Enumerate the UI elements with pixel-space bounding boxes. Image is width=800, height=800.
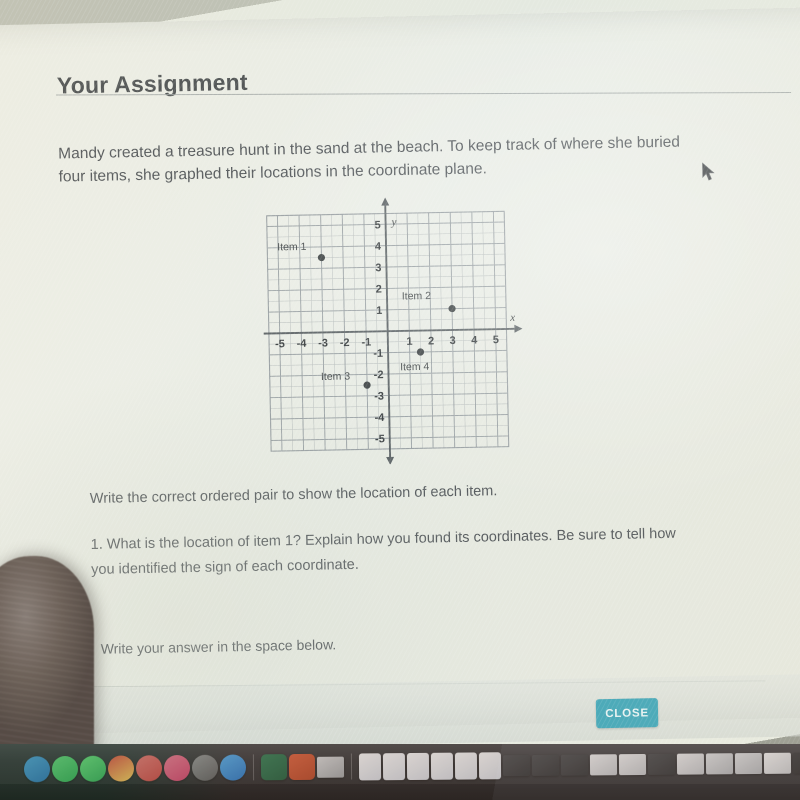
- pdf-doc-icon[interactable]: [406, 752, 430, 780]
- music-icon[interactable]: [163, 754, 191, 782]
- browser-window-icon[interactable]: [676, 752, 705, 775]
- assignment-content: Your Assignment Mandy created a treasure…: [0, 0, 800, 800]
- question-1-text: 1. What is the location of item 1? Expla…: [90, 525, 676, 578]
- photographed-screen: Your Assignment Mandy created a treasure…: [0, 0, 800, 800]
- dock-separator: [350, 753, 353, 780]
- data-point: Item 1: [277, 241, 326, 262]
- browser-window-icon[interactable]: [763, 752, 792, 774]
- y-tick-label: 5: [374, 219, 380, 231]
- y-tick-label: -3: [374, 391, 384, 403]
- data-point-label: Item 1: [277, 241, 307, 254]
- pdf-doc-icon[interactable]: [382, 752, 406, 780]
- y-tick-label: -1: [373, 348, 383, 360]
- assignment-intro-text: Mandy created a treasure hunt in the san…: [58, 133, 681, 186]
- answer-prompt-text: Write your answer in the space below.: [100, 636, 337, 657]
- dock-shelf: [0, 784, 800, 800]
- coordinate-plane-svg: -5 -4 -3 -2 -1 1 2 3 4 5 5 4 3 2 1 -1 -2 -3 -4 -5 x y Item 1 It…: [261, 197, 523, 465]
- macos-dock[interactable]: [0, 744, 800, 787]
- y-tick-label: 1: [376, 305, 382, 317]
- instruction-text: Write the correct ordered pair to show t…: [89, 483, 498, 507]
- data-point-marker: [416, 348, 425, 356]
- word-doc-icon[interactable]: [358, 752, 382, 780]
- x-tick-label: -3: [318, 337, 328, 349]
- data-point-label: Item 4: [400, 361, 430, 374]
- data-point-label: Item 2: [402, 290, 432, 303]
- pdf-doc-icon[interactable]: [454, 751, 478, 780]
- browser-window-icon[interactable]: [734, 752, 763, 774]
- app-store-icon[interactable]: [219, 754, 247, 781]
- browser-window-icon[interactable]: [502, 754, 531, 776]
- x-axis-label: x: [509, 312, 515, 324]
- y-tick-label: -4: [374, 412, 385, 424]
- mouse-cursor-icon: [702, 162, 715, 181]
- chrome-icon[interactable]: [107, 755, 135, 782]
- x-tick-label: 5: [493, 334, 499, 346]
- dock-separator: [252, 754, 255, 781]
- browser-window-icon[interactable]: [531, 754, 560, 776]
- finder-icon[interactable]: [23, 756, 51, 783]
- x-tick-label: -5: [275, 338, 285, 350]
- do-not-disturb-icon[interactable]: [135, 755, 163, 782]
- macos-dock-area: [0, 744, 800, 800]
- excel-icon[interactable]: [260, 754, 288, 781]
- y-tick-label: 2: [376, 284, 382, 296]
- pdf-doc-icon[interactable]: [430, 752, 454, 780]
- powerpoint-icon[interactable]: [288, 753, 316, 781]
- browser-window-icon[interactable]: [705, 752, 734, 774]
- x-tick-label: -1: [361, 337, 371, 349]
- y-tick-label: -2: [374, 369, 384, 381]
- y-tick-label: 4: [375, 241, 382, 253]
- pdf-doc-icon[interactable]: [478, 751, 502, 779]
- browser-window-icon[interactable]: [647, 753, 676, 775]
- x-tick-label: 3: [449, 335, 455, 347]
- coordinate-plane-figure: -5 -4 -3 -2 -1 1 2 3 4 5 5 4 3 2 1 -1 -2 -3 -4 -5 x y Item 1 It…: [261, 194, 531, 467]
- x-tick-label: 2: [428, 335, 434, 347]
- x-tick-label: -2: [340, 337, 350, 349]
- browser-window-icon[interactable]: [618, 753, 647, 775]
- browser-window-icon[interactable]: [589, 753, 618, 775]
- data-point-marker: [448, 304, 456, 313]
- y-tick-label: -5: [375, 433, 385, 445]
- data-point-marker: [317, 253, 326, 262]
- data-point-marker: [363, 381, 371, 389]
- messages-icon[interactable]: [51, 755, 79, 783]
- data-point-label: Item 3: [321, 370, 351, 383]
- browser-window-icon[interactable]: [560, 753, 589, 776]
- close-button[interactable]: CLOSE: [595, 698, 659, 729]
- x-tick-label: 4: [471, 334, 478, 346]
- x-tick-label: -4: [296, 338, 307, 350]
- browser-window-icon[interactable]: [792, 751, 800, 774]
- screenshot-icon[interactable]: [316, 756, 345, 778]
- y-axis-label: y: [390, 216, 396, 228]
- facetime-icon[interactable]: [79, 755, 107, 782]
- x-tick-label: 1: [406, 336, 412, 348]
- y-tick-label: 3: [375, 262, 381, 274]
- system-preferences-icon[interactable]: [191, 754, 219, 781]
